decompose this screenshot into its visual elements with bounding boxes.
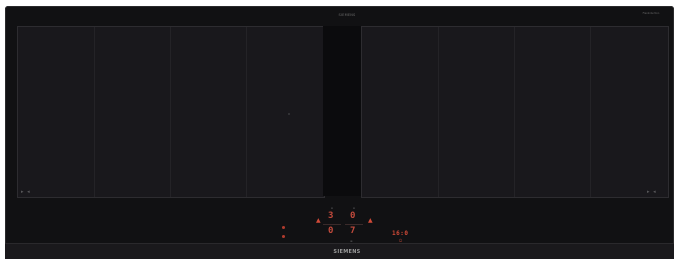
right-slider-track[interactable] <box>345 224 363 225</box>
zone-right-edge-marks: ▸ ◂ <box>647 189 657 195</box>
zone-left-divider-1 <box>94 27 95 197</box>
right-power-level-bottom[interactable]: 7 <box>350 226 355 236</box>
left-power-level-bottom[interactable]: 0 <box>328 226 333 236</box>
top-brand-label: SIEMENS <box>338 13 356 17</box>
indicator-dot-upper <box>282 226 285 229</box>
timer-display[interactable]: 16:0 <box>392 230 408 237</box>
right-power-level-top[interactable]: 0 <box>350 211 355 221</box>
brand-logo: SIEMENS <box>333 249 361 255</box>
right-cluster-label: A <box>353 206 356 210</box>
zone-left-edge-marks: ▸ ◂ <box>21 189 31 195</box>
flexinduction-logo: FlexInduction <box>642 12 660 15</box>
indicator-dot-lower <box>282 235 285 238</box>
left-slider-track[interactable] <box>323 224 341 225</box>
left-zone-select-indicator[interactable]: ▲ <box>316 217 321 224</box>
zone-left-center-dot <box>288 113 290 115</box>
zone-left-divider-3 <box>246 27 247 197</box>
zone-right-divider-1 <box>438 27 439 197</box>
cooktop-bottom-band: SIEMENS <box>5 243 674 259</box>
right-zone-select-indicator[interactable]: ▲ <box>368 217 373 224</box>
zone-left-divider-2 <box>170 27 171 197</box>
left-cluster-label: A <box>331 206 334 210</box>
center-divider-strip <box>323 26 361 196</box>
cooking-zone-left[interactable] <box>17 26 325 198</box>
zone-right-divider-2 <box>514 27 515 197</box>
cooking-zone-right[interactable] <box>361 26 669 198</box>
cooktop-surface: SIEMENS FlexInduction ▸ ◂ ▸ ◂ ▲ A 3 0 A … <box>5 6 674 259</box>
left-power-level-top[interactable]: 3 <box>328 211 333 221</box>
zone-right-divider-3 <box>590 27 591 197</box>
